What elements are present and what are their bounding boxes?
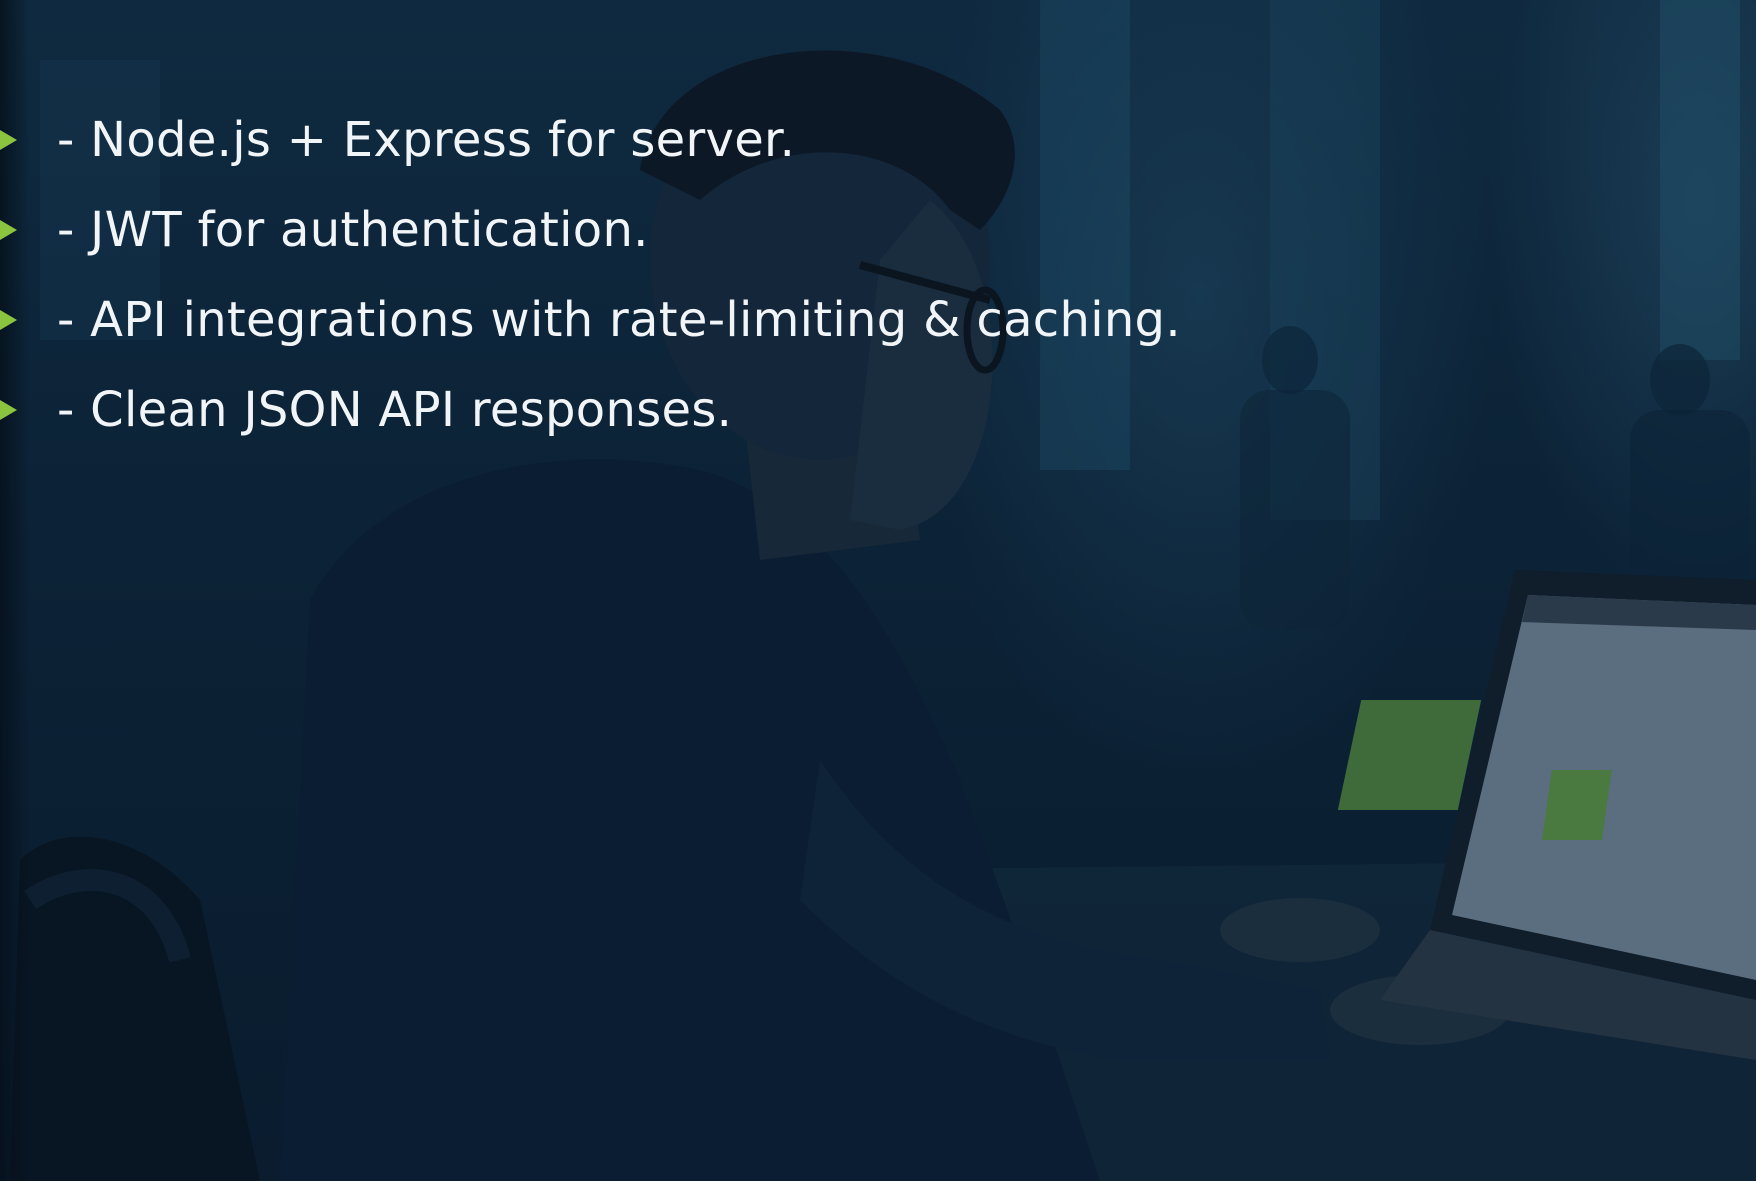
bullet-item: - Clean JSON API responses. — [0, 365, 1181, 455]
triangle-bullet-icon — [0, 220, 17, 240]
bullet-text: - Clean JSON API responses. — [57, 382, 733, 438]
bullet-item: - Node.js + Express for server. — [0, 95, 1181, 185]
slide: - Node.js + Express for server. - JWT fo… — [0, 0, 1756, 1181]
triangle-bullet-icon — [0, 130, 17, 150]
triangle-bullet-icon — [0, 310, 17, 330]
triangle-bullet-icon — [0, 400, 17, 420]
bullet-item: - JWT for authentication. — [0, 185, 1181, 275]
bullet-text: - API integrations with rate-limiting & … — [57, 292, 1181, 348]
bullet-text: - Node.js + Express for server. — [57, 112, 796, 168]
bullet-text: - JWT for authentication. — [57, 202, 649, 258]
bullet-list: - Node.js + Express for server. - JWT fo… — [0, 95, 1181, 455]
bullet-item: - API integrations with rate-limiting & … — [0, 275, 1181, 365]
